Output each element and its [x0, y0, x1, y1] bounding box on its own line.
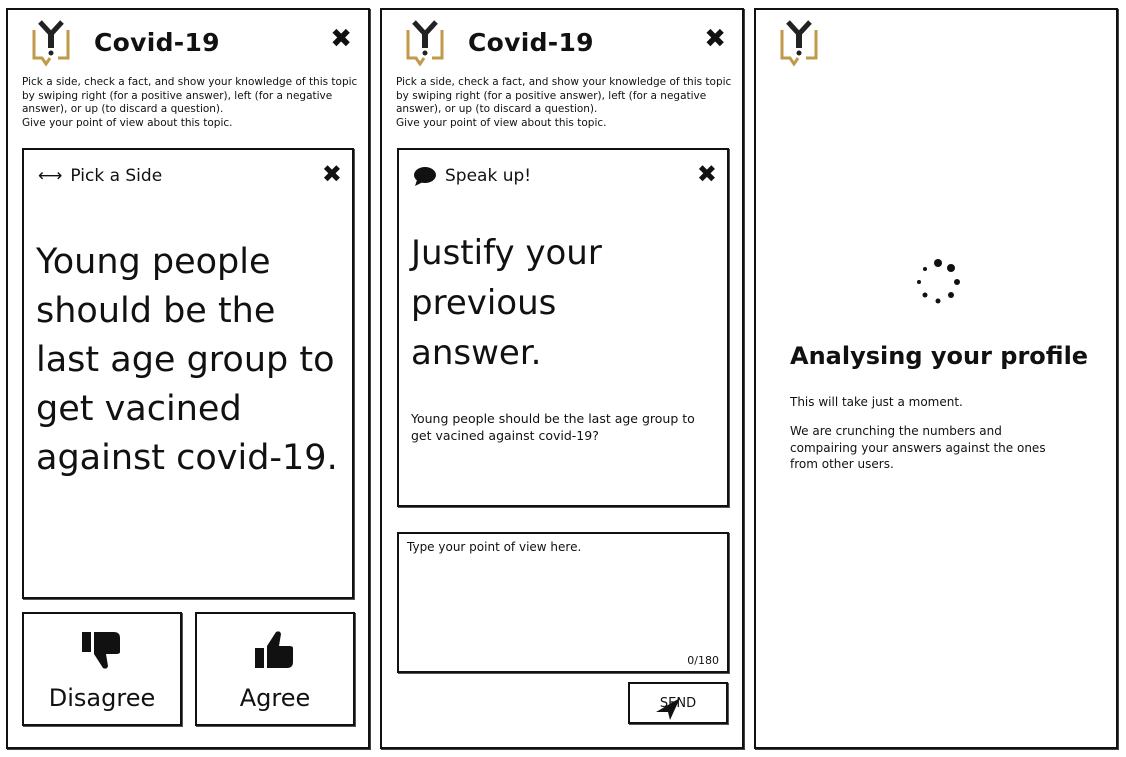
close-card-icon[interactable]: ✖	[697, 162, 717, 186]
instruction-line: Give your point of view about this topic…	[396, 116, 607, 129]
card-header-label: Pick a Side	[70, 166, 163, 186]
card-header-label: Speak up!	[445, 166, 532, 186]
card-header: ⟷ Pick a Side	[38, 166, 162, 186]
app-title: Covid-19	[94, 28, 220, 57]
instruction-line: answer), or up (to discard a question).	[22, 103, 224, 115]
crunching-text: We are crunching the numbers and compair…	[790, 424, 1046, 471]
arrows-horizontal-icon: ⟷	[38, 166, 63, 186]
disagree-label: Disagree	[48, 684, 156, 712]
logo-icon	[780, 20, 818, 66]
speak-up-card: Speak up! ✖ Justify your previous answer…	[397, 148, 729, 507]
instruction-line: Pick a side, check a fact, and show your…	[396, 76, 732, 88]
close-card-icon[interactable]: ✖	[322, 162, 342, 186]
point-of-view-input[interactable]: Type your point of view here. 0/180	[397, 532, 729, 673]
statement-text: Young people should be the last age grou…	[36, 242, 338, 478]
screen-speak-up: Covid-19 ✖ Pick a side, check a fact, an…	[380, 8, 744, 749]
screen-pick-a-side: Covid-19 ✖ Pick a side, check a fact, an…	[6, 8, 370, 749]
prompt-text: Justify your previous answer.	[411, 233, 602, 373]
char-count: 0/180	[687, 654, 719, 667]
card-header: Speak up!	[413, 166, 531, 186]
loading-spinner-icon	[917, 259, 960, 304]
disagree-button[interactable]: Disagree	[22, 612, 182, 726]
instruction-line: by swiping right (for a positive answer)…	[22, 89, 333, 102]
input-placeholder: Type your point of view here.	[407, 540, 582, 554]
paper-plane-icon	[656, 698, 680, 720]
instructions: Pick a side, check a fact, and show your…	[396, 76, 736, 130]
question-text: Young people should be the last age grou…	[411, 411, 695, 443]
thumbs-up-icon	[255, 631, 293, 668]
agree-label: Agree	[239, 684, 311, 712]
analysing-heading: Analysing your profile	[790, 342, 1089, 370]
instruction-line: Pick a side, check a fact, and show your…	[22, 76, 358, 88]
send-button[interactable]: SEND	[628, 682, 728, 724]
app-title: Covid-19	[468, 28, 594, 57]
screen-analysing: Analysing your profile This will take ju…	[754, 8, 1118, 749]
moment-text: This will take just a moment.	[790, 395, 963, 409]
close-icon[interactable]: ✖	[704, 26, 726, 52]
instruction-line: answer), or up (to discard a question).	[396, 103, 598, 115]
instruction-line: Give your point of view about this topic…	[22, 116, 233, 129]
speech-bubble-icon	[414, 167, 436, 186]
instruction-line: by swiping right (for a positive answer)…	[396, 89, 707, 102]
instructions: Pick a side, check a fact, and show your…	[22, 76, 362, 130]
logo-icon	[406, 20, 444, 66]
logo-icon	[32, 20, 70, 66]
thumbs-down-icon	[82, 632, 120, 669]
close-icon[interactable]: ✖	[330, 26, 352, 52]
statement-card[interactable]: ⟷ Pick a Side ✖ Young people should be th…	[22, 148, 354, 599]
agree-button[interactable]: Agree	[195, 612, 355, 726]
